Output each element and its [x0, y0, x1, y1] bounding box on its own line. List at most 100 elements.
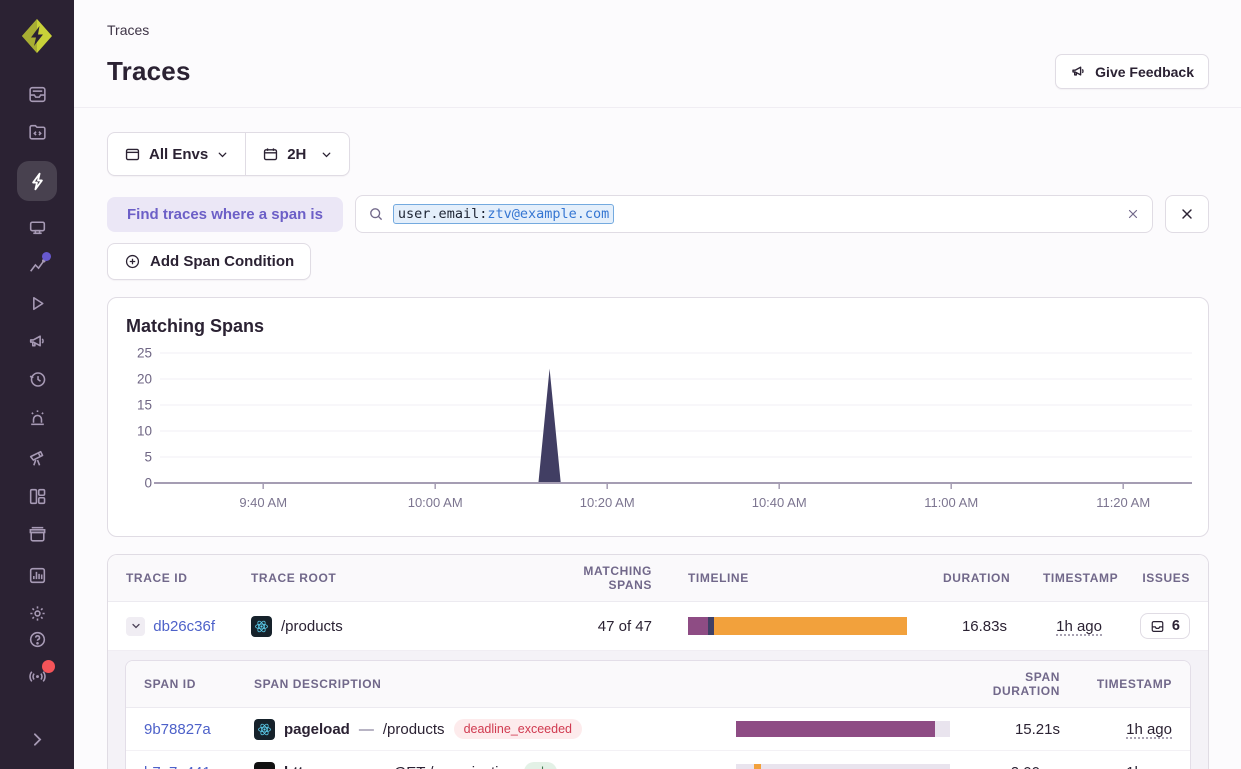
- svg-text:20: 20: [137, 372, 152, 387]
- span-row[interactable]: 9b78827a pageload — /products deadline_e…: [126, 708, 1190, 751]
- insights-icon[interactable]: [17, 215, 57, 239]
- span-status-badge: deadline_exceeded: [454, 719, 582, 739]
- sidebar: [0, 0, 74, 769]
- search-token[interactable]: user.email:ztv@example.com: [393, 204, 614, 224]
- metrics-icon[interactable]: [17, 253, 57, 277]
- express-platform-icon: ex: [254, 762, 275, 769]
- issues-icon[interactable]: [17, 82, 57, 106]
- replays-icon[interactable]: [17, 291, 57, 315]
- svg-text:9:40 AM: 9:40 AM: [239, 495, 287, 510]
- page-title: Traces: [107, 56, 191, 87]
- react-platform-icon: [251, 616, 272, 637]
- where-span-label: Find traces where a span is: [107, 197, 343, 232]
- span-duration: 2.00ms: [968, 764, 1078, 769]
- stats-icon[interactable]: [17, 563, 57, 587]
- query-builder-row: Find traces where a span is user.email:z…: [107, 195, 1209, 233]
- sidebar-nav-bottom: [17, 627, 57, 751]
- add-span-condition-label: Add Span Condition: [150, 253, 294, 270]
- remove-condition-button[interactable]: [1165, 195, 1209, 233]
- sidebar-nav-admin: [17, 563, 57, 625]
- dashboards-icon[interactable]: [17, 484, 57, 508]
- col-timeline: Timeline: [670, 571, 925, 585]
- traces-table: Trace ID Trace Root Matching Spans Timel…: [107, 554, 1209, 769]
- span-op: http.server: [284, 764, 362, 769]
- svg-text:10:00 AM: 10:00 AM: [408, 495, 463, 510]
- breadcrumb[interactable]: Traces: [107, 22, 1209, 38]
- add-span-condition-button[interactable]: Add Span Condition: [107, 243, 311, 280]
- page-header: Traces Traces Give Feedback: [74, 0, 1241, 108]
- traces-table-header: Trace ID Trace Root Matching Spans Timel…: [108, 555, 1208, 602]
- token-value: ztv@example.com: [487, 206, 609, 222]
- col-trace-root: Trace Root: [233, 571, 540, 585]
- svg-text:0: 0: [144, 476, 152, 491]
- trace-timeline-bar[interactable]: [688, 617, 907, 635]
- content: All Envs 2H Find traces where a span is …: [74, 108, 1241, 769]
- discover-icon[interactable]: [17, 446, 57, 470]
- matching-spans-card: Matching Spans 05101520259:40 AM10:00 AM…: [107, 297, 1209, 537]
- close-icon: [1179, 206, 1195, 222]
- settings-icon[interactable]: [17, 601, 57, 625]
- alerts-icon[interactable]: [17, 405, 57, 429]
- collapse-icon[interactable]: [17, 727, 57, 751]
- trace-id-link[interactable]: db26c36f: [153, 618, 215, 635]
- svg-text:15: 15: [137, 398, 152, 413]
- span-id-link[interactable]: b7a7e441: [144, 764, 211, 769]
- chevron-down-icon: [216, 148, 229, 161]
- give-feedback-button[interactable]: Give Feedback: [1055, 54, 1209, 89]
- span-timestamp[interactable]: 1h ago: [1126, 764, 1172, 769]
- plus-circle-icon: [124, 253, 141, 270]
- span-description: /products: [383, 721, 445, 738]
- span-timestamp[interactable]: 1h ago: [1126, 721, 1172, 738]
- trace-duration: 16.83s: [925, 618, 1025, 635]
- trace-timestamp[interactable]: 1h ago: [1056, 618, 1102, 635]
- svg-text:10:40 AM: 10:40 AM: [752, 495, 807, 510]
- chevron-down-icon: [320, 148, 333, 161]
- give-feedback-label: Give Feedback: [1095, 64, 1194, 80]
- issues-count: 6: [1172, 618, 1180, 634]
- projects-icon[interactable]: [17, 120, 57, 144]
- span-search-input[interactable]: user.email:ztv@example.com: [355, 195, 1153, 233]
- collapse-row-icon[interactable]: [126, 617, 145, 636]
- col-span-id: Span ID: [126, 677, 236, 691]
- span-table: Span ID Span Description Span Duration T…: [125, 660, 1191, 769]
- span-timeline-bar[interactable]: [736, 721, 950, 737]
- matching-spans-chart[interactable]: 05101520259:40 AM10:00 AM10:20 AM10:40 A…: [126, 339, 1192, 521]
- span-row[interactable]: b7a7e441 ex http.server — GET /organizat…: [126, 751, 1190, 769]
- history-icon[interactable]: [17, 367, 57, 391]
- expanded-trace-section: Span ID Span Description Span Duration T…: [108, 651, 1208, 769]
- whats-new-notification-dot: [42, 660, 55, 673]
- feedback-icon[interactable]: [17, 329, 57, 353]
- window-icon: [124, 146, 141, 163]
- whats-new-icon[interactable]: [17, 663, 57, 687]
- environment-selector[interactable]: All Envs: [108, 133, 245, 175]
- matching-spans-count: 47 of 47: [540, 618, 670, 635]
- sentry-logo[interactable]: [15, 14, 59, 58]
- col-span-description: Span Description: [236, 677, 718, 691]
- span-timeline-bar[interactable]: [736, 764, 950, 769]
- archive-icon[interactable]: [17, 522, 57, 546]
- span-table-header: Span ID Span Description Span Duration T…: [126, 661, 1190, 708]
- col-span-timestamp: Timestamp: [1078, 677, 1190, 691]
- svg-text:25: 25: [137, 346, 152, 361]
- trace-root-name: /products: [281, 618, 343, 635]
- help-icon[interactable]: [17, 627, 57, 651]
- svg-text:11:20 AM: 11:20 AM: [1096, 495, 1150, 510]
- svg-text:10: 10: [137, 424, 152, 439]
- clear-search-icon[interactable]: [1126, 207, 1140, 221]
- col-trace-id: Trace ID: [108, 571, 233, 585]
- main-area: Traces Traces Give Feedback All Envs 2H: [74, 0, 1241, 769]
- issues-count-button[interactable]: 6: [1140, 613, 1190, 639]
- trace-row[interactable]: db26c36f /products 47 of 47 16.83s 1h ag…: [108, 602, 1208, 651]
- sidebar-nav-top: [17, 82, 57, 144]
- environment-label: All Envs: [149, 146, 208, 163]
- calendar-icon: [262, 146, 279, 163]
- react-platform-icon: [254, 719, 275, 740]
- token-key: user.email:: [398, 206, 487, 222]
- time-range-selector[interactable]: 2H: [245, 133, 349, 175]
- col-matching-spans: Matching Spans: [540, 564, 670, 592]
- span-description: GET /organization: [395, 764, 516, 769]
- explore-icon[interactable]: [17, 161, 57, 201]
- sidebar-nav-tools: [17, 446, 57, 546]
- filter-bar: All Envs 2H: [107, 132, 350, 176]
- span-id-link[interactable]: 9b78827a: [144, 721, 211, 738]
